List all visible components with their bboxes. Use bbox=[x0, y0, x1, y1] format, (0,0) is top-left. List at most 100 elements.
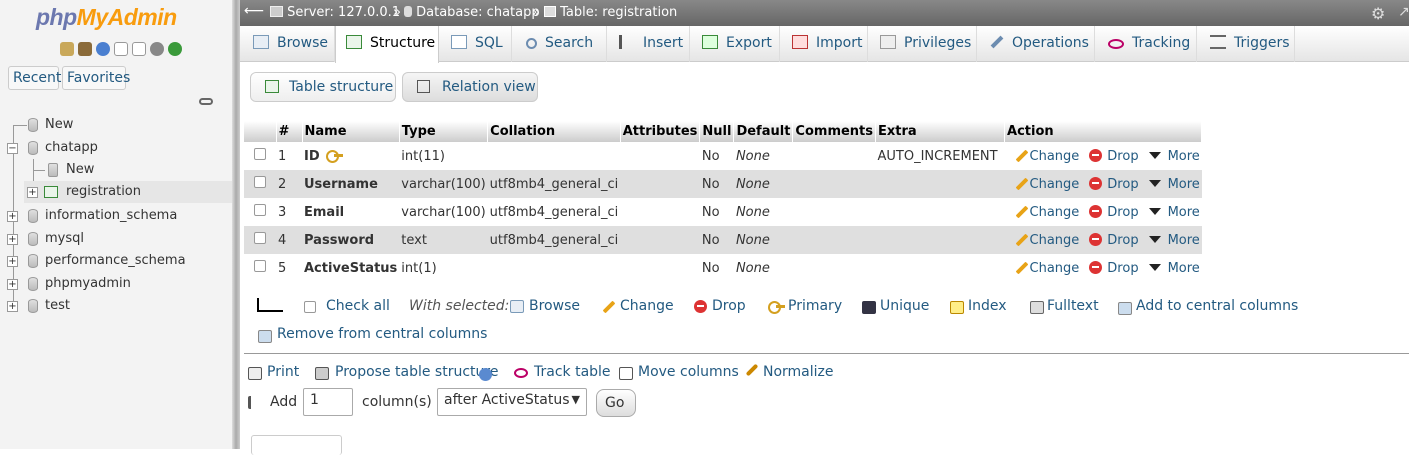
bulk-fulltext-button[interactable]: Fulltext bbox=[1047, 298, 1099, 314]
header-comments[interactable]: Comments bbox=[792, 121, 877, 142]
more-button[interactable]: More bbox=[1168, 261, 1200, 276]
tab-browse[interactable]: Browse bbox=[240, 26, 335, 62]
change-button[interactable]: Change bbox=[1030, 177, 1080, 192]
header-null[interactable]: Null bbox=[699, 121, 735, 142]
expand-icon[interactable]: + bbox=[7, 211, 18, 222]
row-select[interactable] bbox=[244, 254, 276, 282]
drop-button[interactable]: Drop bbox=[1107, 205, 1138, 220]
bulk-drop-button[interactable]: Drop bbox=[712, 298, 746, 314]
more-button[interactable]: More bbox=[1168, 177, 1200, 192]
normalize-link[interactable]: Normalize bbox=[763, 364, 834, 380]
change-button[interactable]: Change bbox=[1030, 261, 1080, 276]
panel-divider[interactable] bbox=[232, 0, 240, 449]
tab-operations[interactable]: Operations bbox=[977, 26, 1095, 62]
expand-icon[interactable]: + bbox=[7, 234, 18, 245]
tab-privileges[interactable]: Privileges bbox=[868, 26, 977, 62]
more-button[interactable]: More bbox=[1168, 233, 1200, 248]
bulk-unique-button[interactable]: Unique bbox=[880, 298, 929, 314]
table-structure-button[interactable]: Table structure bbox=[250, 72, 396, 102]
add-columns-count-input[interactable]: 1 bbox=[303, 388, 353, 416]
tab-search[interactable]: Search bbox=[512, 26, 607, 62]
row-checkbox[interactable] bbox=[254, 260, 266, 272]
expand-icon[interactable]: + bbox=[7, 279, 18, 290]
link-icon[interactable] bbox=[199, 98, 213, 105]
tab-favorites[interactable]: Favorites bbox=[62, 66, 130, 90]
help-icon[interactable] bbox=[479, 368, 492, 381]
docs-icon[interactable] bbox=[114, 42, 128, 56]
settings-icon[interactable] bbox=[150, 42, 164, 56]
row-select[interactable] bbox=[244, 198, 276, 226]
change-button[interactable]: Change bbox=[1030, 149, 1080, 164]
help-icon[interactable] bbox=[96, 42, 110, 56]
change-button[interactable]: Change bbox=[1030, 205, 1080, 220]
home-icon[interactable] bbox=[60, 42, 74, 56]
relation-view-button[interactable]: Relation view bbox=[402, 72, 538, 102]
bulk-primary-button[interactable]: Primary bbox=[788, 298, 842, 314]
collapse-arrow-icon[interactable]: ⟵ bbox=[244, 3, 264, 19]
expand-icon[interactable]: + bbox=[7, 256, 18, 267]
go-button[interactable]: Go bbox=[596, 389, 636, 417]
row-select[interactable] bbox=[244, 226, 276, 254]
drop-button[interactable]: Drop bbox=[1107, 261, 1138, 276]
tab-export[interactable]: Export bbox=[690, 26, 780, 62]
drop-button[interactable]: Drop bbox=[1107, 233, 1138, 248]
row-checkbox[interactable] bbox=[254, 176, 266, 188]
header-collation[interactable]: Collation bbox=[487, 121, 621, 142]
expand-icon[interactable]: ↗ bbox=[1398, 4, 1409, 20]
bulk-add-central-button[interactable]: Add to central columns bbox=[1136, 298, 1298, 314]
header-default[interactable]: Default bbox=[733, 121, 794, 142]
tree-item-information-schema[interactable]: + information_schema bbox=[0, 205, 232, 227]
gear-icon[interactable]: ⚙ bbox=[1371, 4, 1385, 23]
bulk-remove-central-button[interactable]: Remove from central columns bbox=[277, 326, 487, 342]
tree-item-chatapp-new[interactable]: New bbox=[0, 159, 232, 181]
tab-tracking[interactable]: Tracking bbox=[1095, 26, 1197, 62]
bulk-browse-button[interactable]: Browse bbox=[529, 298, 580, 314]
check-all-label[interactable]: Check all bbox=[326, 298, 390, 314]
change-button[interactable]: Change bbox=[1030, 233, 1080, 248]
header-num[interactable]: # bbox=[276, 121, 303, 142]
print-link[interactable]: Print bbox=[267, 364, 299, 380]
row-select[interactable] bbox=[244, 170, 276, 198]
expand-icon[interactable]: + bbox=[7, 301, 18, 312]
more-button[interactable]: More bbox=[1168, 205, 1200, 220]
bulk-index-button[interactable]: Index bbox=[968, 298, 1007, 314]
track-table-link[interactable]: Track table bbox=[534, 364, 611, 380]
row-select[interactable] bbox=[244, 142, 276, 170]
breadcrumb-table[interactable]: Table: registration bbox=[544, 5, 677, 20]
reload-icon[interactable] bbox=[168, 42, 182, 56]
logout-icon[interactable] bbox=[78, 42, 92, 56]
tab-insert[interactable]: Insert bbox=[607, 26, 690, 62]
tab-recent[interactable]: Recent bbox=[8, 66, 61, 90]
move-columns-link[interactable]: Move columns bbox=[638, 364, 739, 380]
breadcrumb-database[interactable]: Database: chatapp bbox=[404, 5, 540, 20]
row-checkbox[interactable] bbox=[254, 232, 266, 244]
tree-item-phpmyadmin[interactable]: + phpmyadmin bbox=[0, 273, 232, 295]
propose-structure-link[interactable]: Propose table structure bbox=[335, 364, 498, 380]
tree-item-performance-schema[interactable]: + performance_schema bbox=[0, 250, 232, 272]
header-attributes[interactable]: Attributes bbox=[620, 121, 701, 142]
check-all-checkbox[interactable] bbox=[304, 301, 316, 313]
breadcrumb-server[interactable]: Server: 127.0.0.1 bbox=[270, 5, 400, 20]
drop-button[interactable]: Drop bbox=[1107, 149, 1138, 164]
bulk-change-button[interactable]: Change bbox=[620, 298, 674, 314]
tab-structure[interactable]: Structure bbox=[335, 26, 439, 63]
collapse-icon[interactable]: − bbox=[7, 143, 18, 154]
expand-icon[interactable]: + bbox=[27, 187, 38, 198]
row-checkbox[interactable] bbox=[254, 204, 266, 216]
header-extra[interactable]: Extra bbox=[875, 121, 1006, 142]
console-icon[interactable] bbox=[132, 42, 146, 56]
header-name[interactable]: Name bbox=[302, 121, 400, 142]
drop-button[interactable]: Drop bbox=[1107, 177, 1138, 192]
column-position-select[interactable]: after ActiveStatus ▼ bbox=[437, 388, 587, 416]
tree-item-registration[interactable]: + registration bbox=[24, 181, 232, 203]
header-type[interactable]: Type bbox=[399, 121, 489, 142]
row-checkbox[interactable] bbox=[254, 148, 266, 160]
tree-item-mysql[interactable]: + mysql bbox=[0, 228, 232, 250]
tab-sql[interactable]: SQL bbox=[439, 26, 512, 62]
tab-triggers[interactable]: Triggers bbox=[1197, 26, 1295, 62]
phpmyadmin-logo[interactable]: phpMyAdmin bbox=[36, 4, 177, 31]
more-button[interactable]: More bbox=[1168, 149, 1200, 164]
tree-item-chatapp[interactable]: − chatapp bbox=[0, 137, 232, 159]
tree-item-test[interactable]: + test bbox=[0, 295, 232, 317]
tab-import[interactable]: Import bbox=[780, 26, 868, 62]
